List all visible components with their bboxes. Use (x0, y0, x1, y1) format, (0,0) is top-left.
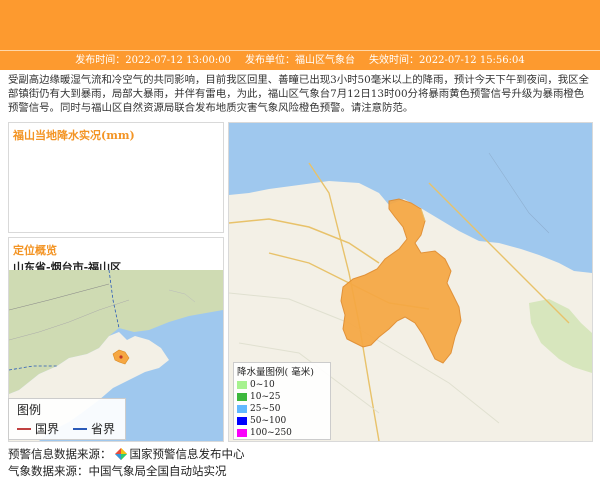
rainfall-label-0-10: 0~10 (250, 380, 275, 390)
national-border-label: 国界 (35, 422, 60, 436)
warning-center-logo-icon (114, 448, 127, 460)
rainfall-legend-item: 0~10 (234, 379, 330, 391)
warning-meta-row: 发布时间：2022-07-12 13:00:00 发布单位：福山区气象台 失效时… (0, 52, 600, 69)
rainfall-legend-item: 50~100 (234, 415, 330, 427)
expire-time: 失效时间：2022-07-12 15:56:04 (369, 55, 525, 66)
rainfall-legend-item: 25~50 (234, 403, 330, 415)
rainfall-swatch-100-250 (237, 429, 247, 437)
provincial-border-label: 省界 (91, 422, 116, 436)
header-divider (0, 50, 600, 51)
rainfall-legend-title: 降水量图例( 毫米) (237, 367, 314, 378)
rainfall-label-50-100: 50~100 (250, 416, 287, 426)
rainfall-panel-title: 福山当地降水实况(mm) (13, 129, 135, 142)
data-source-label: 预警信息数据来源： (8, 447, 112, 461)
national-border-swatch (17, 427, 31, 430)
overview-legend-items: 国界 省界 (9, 420, 125, 437)
rainfall-swatch-50-100 (237, 417, 247, 425)
rainfall-swatch-0-10 (237, 381, 247, 389)
rainfall-label-100-250: 100~250 (250, 428, 292, 438)
warning-description: 受副高边缘暖湿气流和冷空气的共同影响，目前我区回里、善疃已出现3小时50毫米以上… (8, 74, 589, 114)
weather-data-source: 气象数据来源：中国气象局全国自动站实况 (8, 464, 227, 478)
rainfall-label-10-25: 10~25 (250, 392, 281, 402)
rainfall-panel: 福山当地降水实况(mm) (8, 122, 224, 233)
rainfall-swatch-10-25 (237, 393, 247, 401)
rainfall-legend-item: 10~25 (234, 391, 330, 403)
location-panel-title: 定位概览 (13, 244, 57, 257)
overview-legend-title: 图例 (17, 403, 42, 417)
rainfall-legend-item: 100~250 (234, 427, 330, 439)
rainfall-label-25-50: 25~50 (250, 404, 281, 414)
data-source-line: 预警信息数据来源： 国家预警信息发布中心 (8, 446, 245, 462)
overview-legend: 图例 国界 省界 (8, 398, 126, 440)
publish-time: 发布时间：2022-07-12 13:00:00 (75, 55, 231, 66)
publisher: 发布单位：福山区气象台 (245, 55, 355, 66)
rainfall-swatch-25-50 (237, 405, 247, 413)
data-source-link[interactable]: 国家预警信息发布中心 (130, 446, 245, 462)
provincial-border-swatch (73, 427, 88, 430)
rainfall-legend: 降水量图例( 毫米) 0~10 10~25 25~50 50~100 100~2… (233, 362, 331, 440)
